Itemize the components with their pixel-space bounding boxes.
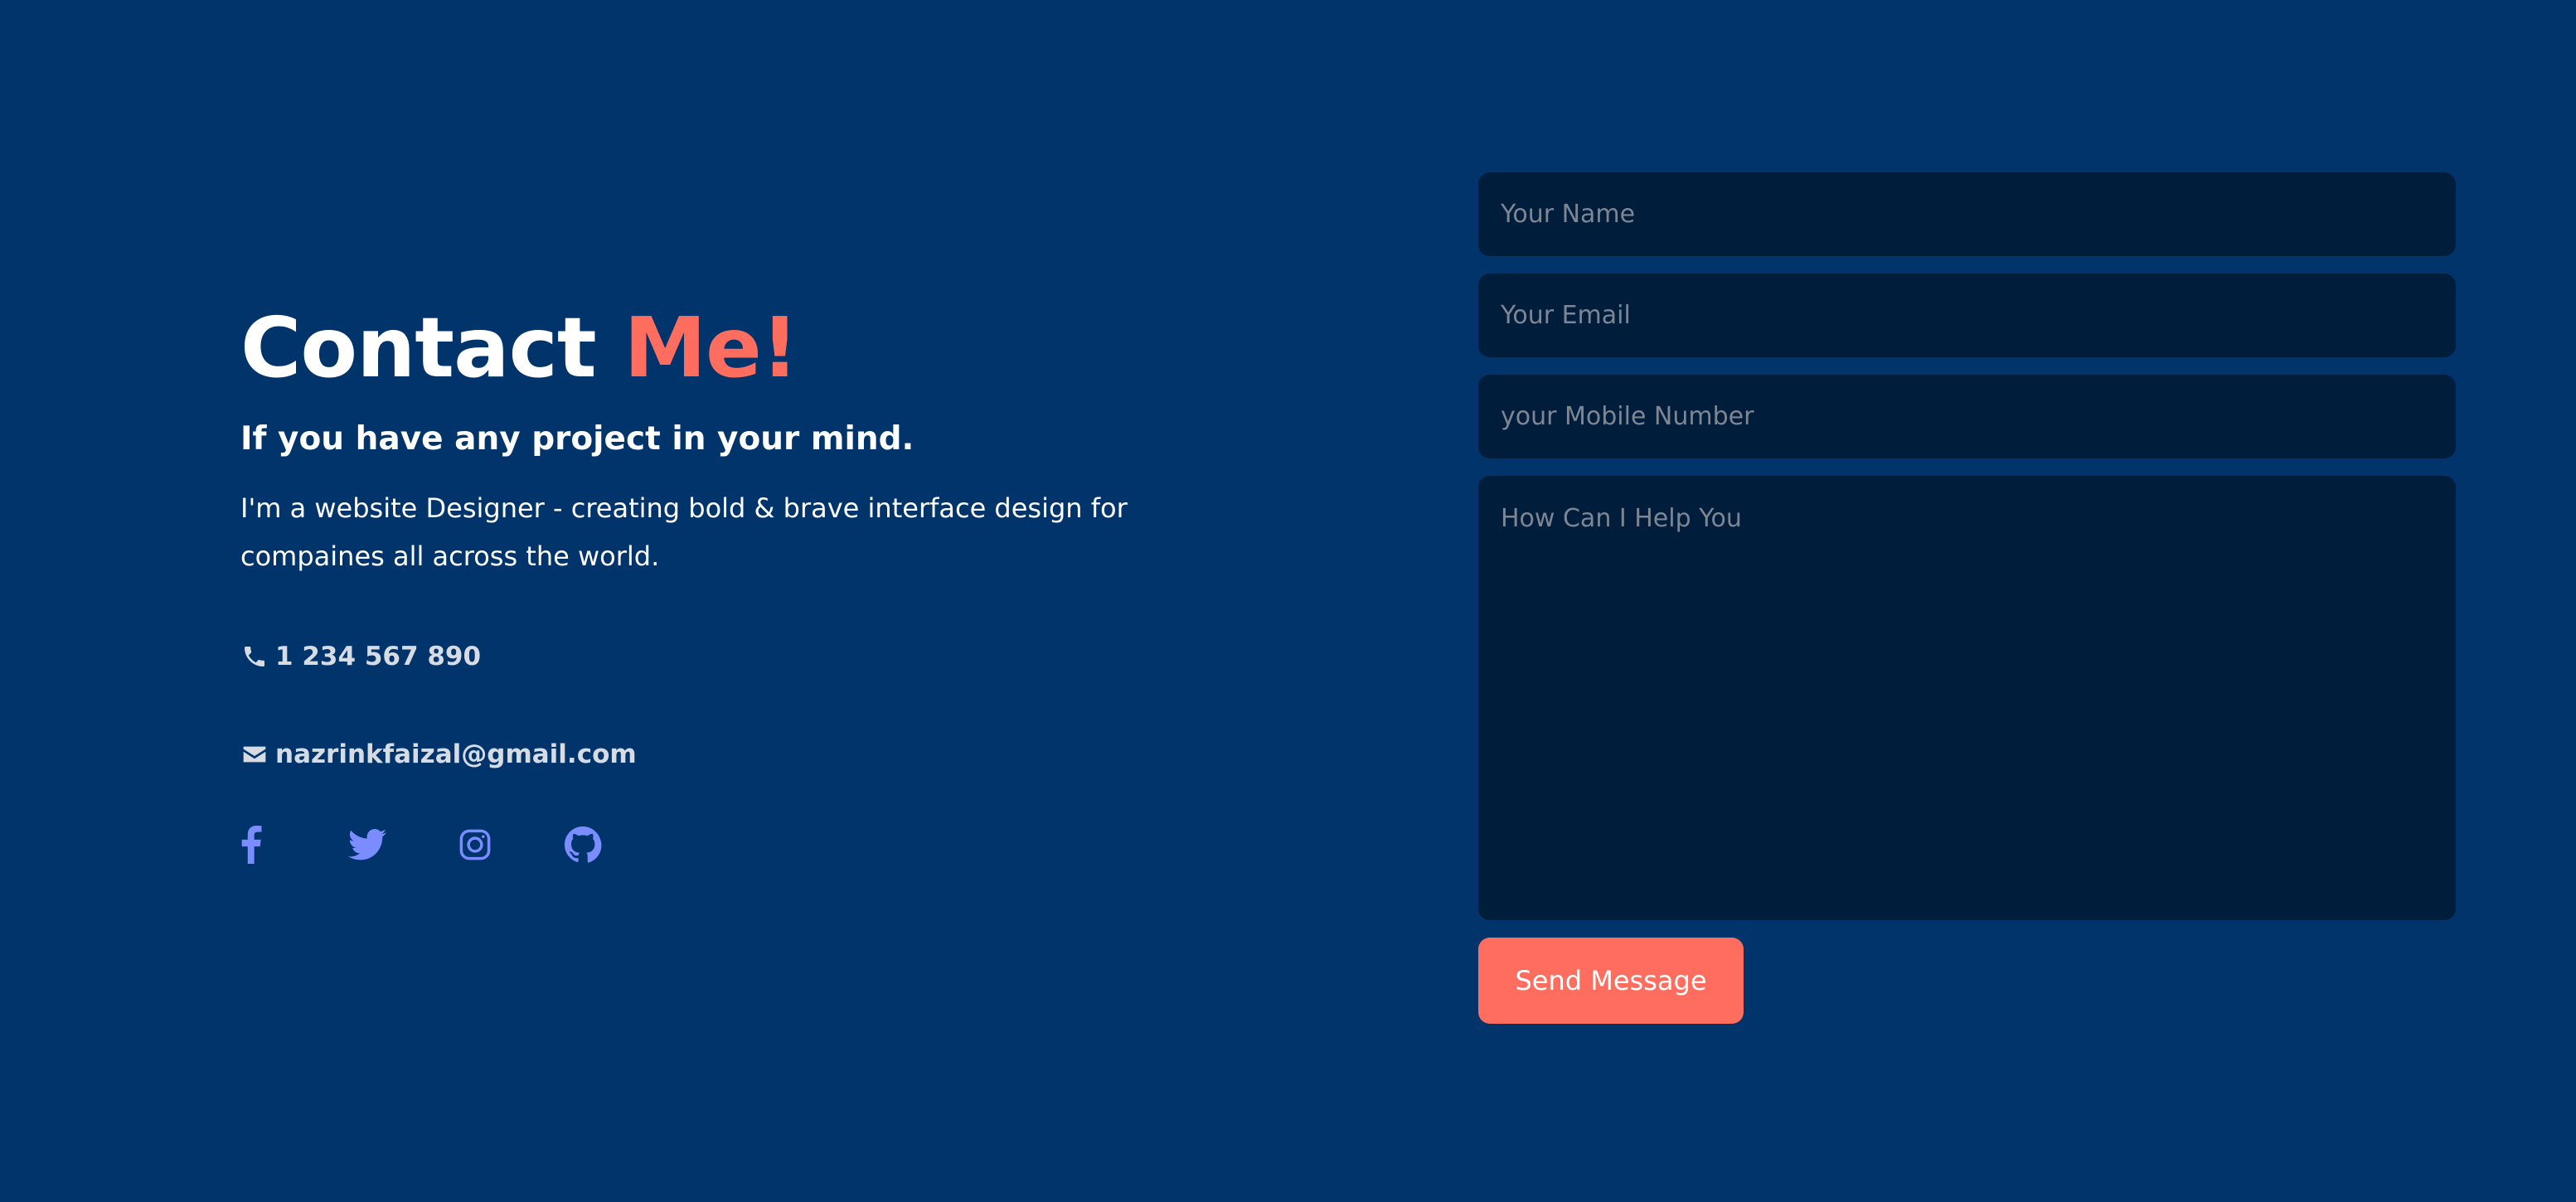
mobile-field[interactable]	[1478, 375, 2456, 458]
envelope-icon	[240, 740, 269, 768]
github-icon[interactable]	[564, 826, 602, 864]
contact-form: Send Message	[1478, 172, 2456, 1024]
title-main: Contact	[240, 299, 597, 396]
name-field[interactable]	[1478, 172, 2456, 256]
twitter-icon[interactable]	[348, 826, 386, 864]
send-message-button[interactable]: Send Message	[1478, 938, 1744, 1024]
subtitle: If you have any project in your mind.	[240, 420, 914, 458]
title-accent: Me!	[623, 299, 798, 396]
phone-icon	[240, 642, 269, 671]
email-line: nazrinkfaizal@gmail.com	[240, 736, 1235, 773]
phone-line: 1 234 567 890	[240, 638, 1235, 675]
contact-section: Contact Me! If you have any project in y…	[0, 0, 2576, 1202]
facebook-icon[interactable]	[240, 826, 279, 864]
page-title: Contact Me!	[240, 298, 1235, 398]
description: I'm a website Designer - creating bold &…	[240, 492, 1128, 572]
message-field[interactable]	[1478, 476, 2456, 920]
email-field[interactable]	[1478, 274, 2456, 357]
email-address: nazrinkfaizal@gmail.com	[275, 739, 637, 769]
phone-number: 1 234 567 890	[275, 642, 482, 671]
social-links	[240, 826, 1235, 864]
contact-info: Contact Me! If you have any project in y…	[240, 298, 1235, 864]
instagram-icon[interactable]	[456, 826, 494, 864]
